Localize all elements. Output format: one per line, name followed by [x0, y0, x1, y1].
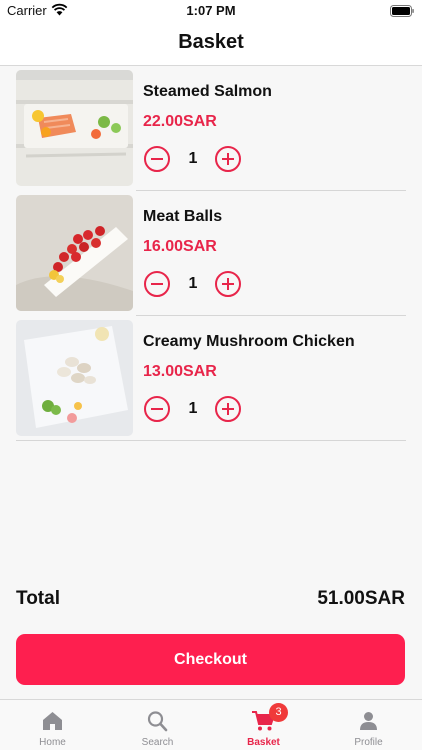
home-icon [43, 712, 62, 730]
cart-count-badge: 3 [269, 703, 288, 722]
increase-quantity-button[interactable] [215, 396, 241, 422]
item-quantity: 1 [188, 150, 198, 167]
item-name: Meat Balls [143, 208, 223, 225]
basket-item: Meat Balls 16.00SAR 1 [0, 191, 422, 316]
tab-profile[interactable]: Profile [316, 700, 421, 750]
total-row: Total 51.00SAR [16, 588, 405, 614]
item-name: Creamy Mushroom Chicken [143, 333, 355, 350]
divider [16, 440, 406, 441]
increase-quantity-button[interactable] [215, 146, 241, 172]
tab-label: Search [141, 737, 174, 748]
tab-label: Home [39, 737, 66, 748]
item-price: 22.00SAR [143, 113, 217, 130]
decrease-quantity-button[interactable] [144, 271, 170, 297]
checkout-button[interactable]: Checkout [16, 634, 405, 685]
battery-icon [390, 5, 414, 17]
basket-item: Steamed Salmon 22.00SAR 1 [0, 66, 422, 191]
tab-label: Profile [354, 737, 383, 748]
tab-label: Basket [247, 737, 280, 748]
status-time: 1:07 PM [186, 3, 236, 18]
item-quantity: 1 [188, 275, 198, 292]
item-price: 16.00SAR [143, 238, 217, 255]
item-name: Steamed Salmon [143, 83, 272, 100]
basket-list: Steamed Salmon 22.00SAR 1 Meat Balls 16.… [0, 66, 422, 441]
increase-quantity-button[interactable] [215, 271, 241, 297]
item-price: 13.00SAR [143, 363, 217, 380]
page-title: Basket [178, 31, 244, 53]
meatballs-image [16, 195, 133, 311]
search-icon [147, 711, 168, 732]
status-bar: Carrier 1:07 PM [0, 0, 422, 22]
tab-home[interactable]: Home [0, 700, 105, 750]
tab-search[interactable]: Search [105, 700, 210, 750]
tab-bar: Home Search 3 Basket Profile [0, 699, 422, 750]
item-quantity: 1 [188, 400, 198, 417]
chicken-image [16, 320, 133, 436]
tab-basket[interactable]: 3 Basket [211, 700, 316, 750]
navigation-bar: Basket [0, 22, 422, 66]
salmon-image [16, 70, 133, 186]
decrease-quantity-button[interactable] [144, 146, 170, 172]
person-icon [360, 712, 377, 730]
total-value: 51.00SAR [317, 588, 405, 609]
decrease-quantity-button[interactable] [144, 396, 170, 422]
total-label: Total [16, 588, 60, 609]
basket-item: Creamy Mushroom Chicken 13.00SAR 1 [0, 316, 422, 441]
